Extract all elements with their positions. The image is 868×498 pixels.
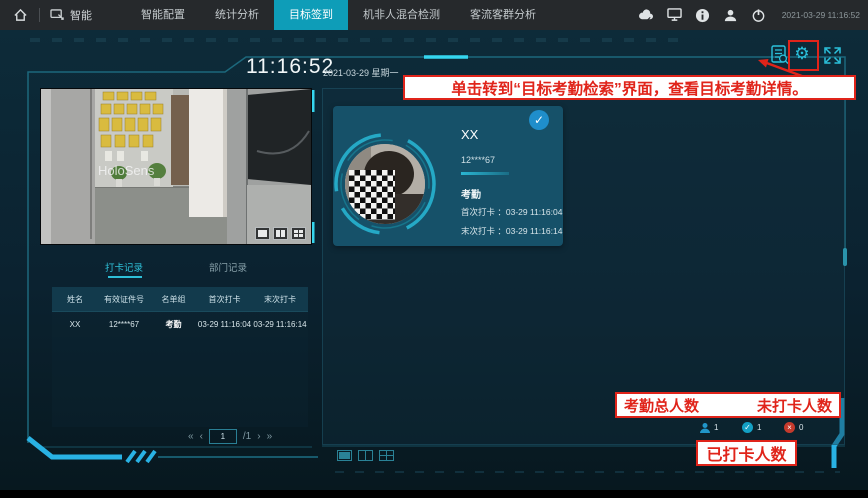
grid-view-medium-icon[interactable] xyxy=(358,448,373,459)
tab-department-records[interactable]: 部门记录 xyxy=(196,260,260,274)
total-people-count: 1 xyxy=(714,423,718,432)
last-punch-value: 03-29 11:16:14 xyxy=(506,226,563,236)
punched-count: 1 xyxy=(757,423,761,432)
target-detail-card[interactable]: ✓ XX 12****67 考勤 首次打卡 ：03-29 11:16:04 末次… xyxy=(333,106,563,246)
nav-item-passenger-analysis[interactable]: 客流客群分析 xyxy=(455,0,551,30)
layout-split-2-icon[interactable] xyxy=(273,227,288,240)
next-page-icon[interactable]: › xyxy=(257,431,260,442)
video-watermark: HoloSens xyxy=(98,163,155,178)
navbar-right-cluster: 2021-03-29 11:16:52 xyxy=(638,7,868,24)
cell-first-punch: 03-29 11:16:04 xyxy=(197,320,252,329)
clock-date: 2021-03-29 星期一 xyxy=(323,66,399,79)
first-punch-label: 首次打卡 ： xyxy=(461,207,506,217)
last-page-icon[interactable]: » xyxy=(267,431,273,442)
annotation-unpunched-label: 未打卡人数 xyxy=(757,395,832,416)
annotation-count-labels: 考勤总人数 未打卡人数 xyxy=(615,392,841,418)
layout-split-4-icon[interactable] xyxy=(291,227,306,240)
prev-page-icon[interactable]: ‹ xyxy=(200,431,203,442)
active-tab-underline xyxy=(108,276,142,278)
nav-item-smart-config[interactable]: 智能配置 xyxy=(126,0,200,30)
user-icon[interactable] xyxy=(722,7,739,24)
brand-label: 智能 xyxy=(70,7,92,23)
power-icon[interactable] xyxy=(750,7,767,24)
attendance-search-icon[interactable] xyxy=(770,44,790,66)
table-empty-area xyxy=(52,337,308,427)
table-row[interactable]: XX 12****67 考勤 03-29 11:16:04 03-29 11:1… xyxy=(52,312,308,337)
target-id: 12****67 xyxy=(461,155,495,165)
annotation-top-tip: 单击转到“目标考勤检索”界面，查看目标考勤详情。 xyxy=(403,75,856,100)
layout-single-icon[interactable] xyxy=(255,227,270,240)
col-header-name: 姓名 xyxy=(52,294,98,305)
col-header-group: 名单组 xyxy=(150,294,197,305)
page-number-input[interactable] xyxy=(209,429,237,444)
grid-view-small-icon[interactable] xyxy=(379,448,394,459)
cell-last-punch: 03-29 11:16:14 xyxy=(252,320,308,329)
grid-view-large-icon[interactable] xyxy=(337,448,352,459)
punch-records-table: 姓名 有效证件号 名单组 首次打卡 末次打卡 XX 12****67 考勤 03… xyxy=(52,287,308,427)
col-header-last-punch: 末次打卡 xyxy=(252,294,308,305)
navbar-divider xyxy=(39,8,40,22)
settings-gear-icon[interactable]: ⚙ xyxy=(791,42,813,65)
live-video-tile[interactable]: HoloSens xyxy=(40,88,312,245)
top-navbar: 智能 智能配置 统计分析 目标签到 机非人混合检测 客流客群分析 xyxy=(0,0,868,30)
nav-item-mixed-detection[interactable]: 机非人混合检测 xyxy=(348,0,455,30)
table-header-row: 姓名 有效证件号 名单组 首次打卡 末次打卡 xyxy=(52,287,308,312)
nav-menu: 智能配置 统计分析 目标签到 机非人混合检测 客流客群分析 xyxy=(126,0,551,30)
clock-time: 11:16:52 xyxy=(246,55,334,79)
unpunched-count: 0 xyxy=(799,423,803,432)
attendance-group-label: 考勤 xyxy=(461,186,481,201)
cell-id: 12****67 xyxy=(98,320,150,329)
last-punch-line: 末次打卡 ：03-29 11:16:14 xyxy=(461,225,562,237)
nav-item-statistics[interactable]: 统计分析 xyxy=(200,0,274,30)
privacy-mask-checkerboard xyxy=(349,170,395,220)
pagination: « ‹ /1 › » xyxy=(188,428,323,444)
checked-in-badge-icon: ✓ xyxy=(529,110,549,130)
last-punch-label: 末次打卡 ： xyxy=(461,226,506,236)
first-page-icon[interactable]: « xyxy=(188,431,194,442)
tab-punch-records[interactable]: 打卡记录 xyxy=(92,260,156,274)
cloud-push-icon[interactable] xyxy=(638,7,655,24)
device-icon xyxy=(50,9,65,22)
annotation-total-label: 考勤总人数 xyxy=(624,395,699,416)
video-scene: HoloSens xyxy=(41,89,311,244)
target-photo xyxy=(345,144,425,224)
col-header-id: 有效证件号 xyxy=(98,294,150,305)
scrollbar-thumb[interactable] xyxy=(843,248,847,266)
home-icon[interactable] xyxy=(12,7,29,24)
cell-name: XX xyxy=(52,320,98,329)
brand-area[interactable]: 智能 xyxy=(50,7,92,23)
card-divider-bar xyxy=(461,172,509,175)
monitor-icon[interactable] xyxy=(666,7,683,24)
navbar-timestamp: 2021-03-29 11:16:52 xyxy=(782,10,860,20)
target-name: XX xyxy=(461,127,478,142)
cell-group: 考勤 xyxy=(150,319,197,330)
unpunched-cross-icon: × xyxy=(784,422,795,433)
annotation-punched-label: 已打卡人数 xyxy=(696,440,797,466)
info-icon[interactable] xyxy=(694,7,711,24)
nav-item-target-checkin[interactable]: 目标签到 xyxy=(274,0,348,30)
app-window: 智能 智能配置 统计分析 目标签到 机非人混合检测 客流客群分析 xyxy=(0,0,868,498)
first-punch-value: 03-29 11:16:04 xyxy=(506,207,563,217)
video-layout-buttons xyxy=(255,227,306,240)
page-total: /1 xyxy=(243,431,251,442)
col-header-first-punch: 首次打卡 xyxy=(197,294,252,305)
punched-check-icon: ✓ xyxy=(742,422,753,433)
total-people-icon xyxy=(699,421,711,439)
first-punch-line: 首次打卡 ：03-29 11:16:04 xyxy=(461,206,562,218)
fullscreen-expand-icon[interactable] xyxy=(823,46,841,64)
